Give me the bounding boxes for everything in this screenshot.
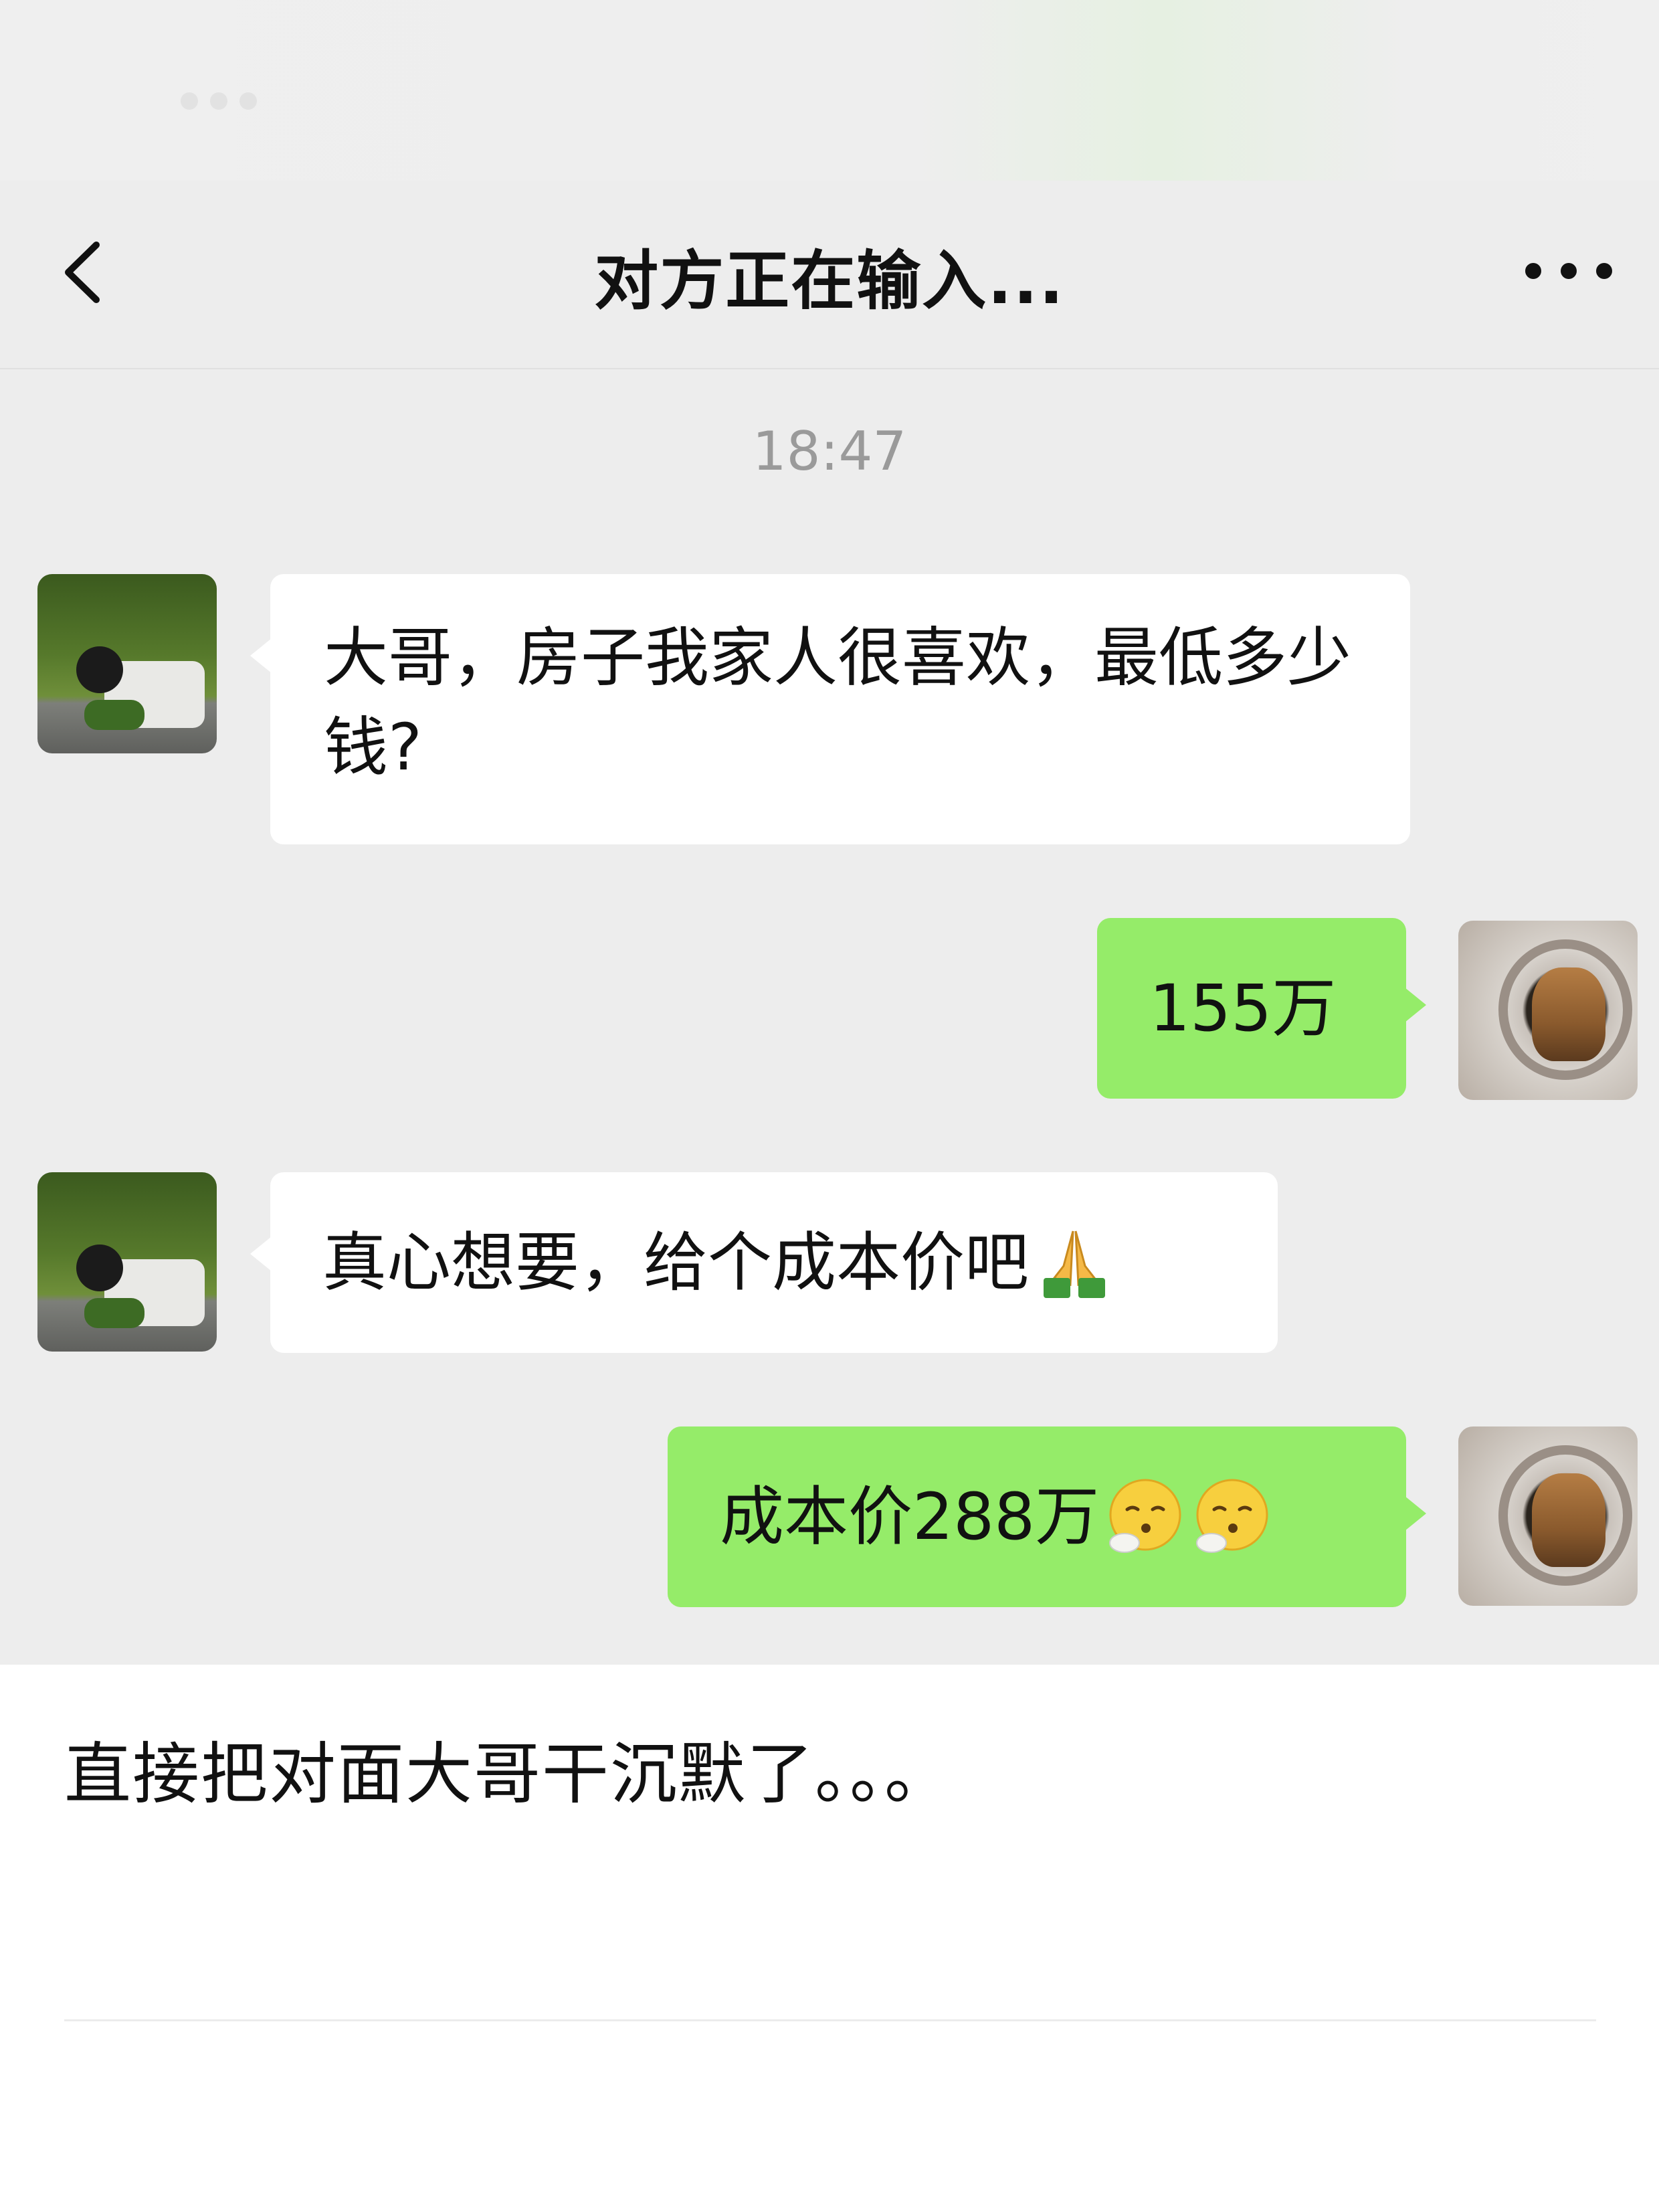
nav-bar: 对方正在输入... xyxy=(0,181,1659,369)
status-indicators xyxy=(181,92,257,110)
contact-avatar[interactable] xyxy=(37,574,217,753)
smirk-face-icon xyxy=(1196,1479,1268,1553)
chat-screenshot: 对方正在输入... 18:47 大哥，房子我家人很喜欢，最低多少钱? 155万 … xyxy=(0,0,1659,1665)
sent-message-bubble[interactable]: 155万 xyxy=(1097,918,1426,1099)
chat-title: 对方正在输入... xyxy=(594,244,1065,318)
received-message-bubble[interactable]: 真心想要，给个成本价吧 xyxy=(250,1172,1278,1353)
status-bar xyxy=(0,0,1659,181)
contact-avatar[interactable] xyxy=(37,1172,217,1352)
more-dots-icon[interactable] xyxy=(1525,248,1612,294)
post-caption: 直接把对面大哥干沉默了。。。 xyxy=(64,1735,953,1813)
self-avatar[interactable] xyxy=(1458,1426,1638,1606)
message-text: 155万 xyxy=(1149,970,1337,1046)
message-text: 成本价288万 xyxy=(720,1479,1100,1554)
message-timestamp: 18:47 xyxy=(752,420,907,482)
message-text: 大哥，房子我家人很喜欢，最低多少钱? xyxy=(324,620,1351,786)
smirk-face-icon xyxy=(1109,1479,1181,1553)
praying-hands-icon xyxy=(1044,1230,1105,1298)
received-message-bubble[interactable]: 大哥，房子我家人很喜欢，最低多少钱? xyxy=(250,574,1410,844)
message-text: 真心想要，给个成本价吧 xyxy=(322,1224,1029,1300)
divider xyxy=(64,2019,1596,2021)
sent-message-bubble[interactable]: 成本价288万 xyxy=(668,1426,1426,1607)
self-avatar[interactable] xyxy=(1458,921,1638,1100)
